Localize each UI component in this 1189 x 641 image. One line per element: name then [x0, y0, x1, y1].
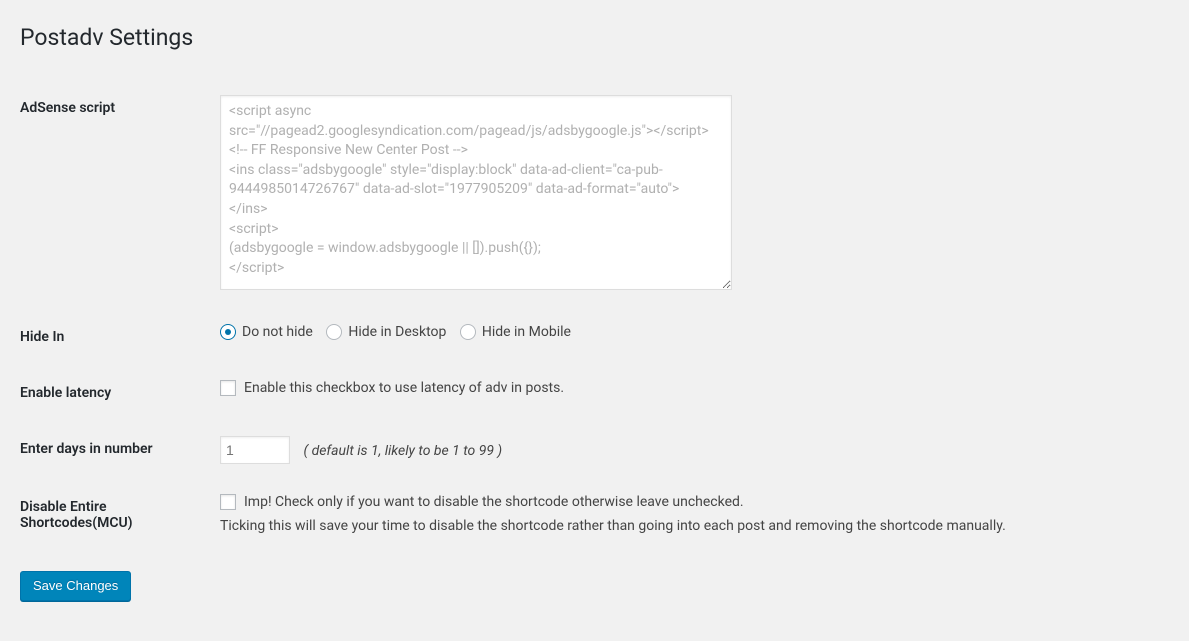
enable-latency-checkbox[interactable] — [220, 380, 236, 396]
days-hint: ( default is 1, likely to be 1 to 99 ) — [303, 443, 502, 459]
hide-in-option-desktop[interactable]: Hide in Desktop — [326, 324, 446, 340]
days-input[interactable] — [220, 436, 290, 464]
disable-shortcodes-checkbox[interactable] — [220, 494, 236, 510]
hide-in-option-label-1: Hide in Desktop — [348, 324, 446, 340]
save-changes-button[interactable]: Save Changes — [20, 571, 131, 601]
enable-latency-label: Enable latency — [20, 365, 220, 421]
hide-in-radio-mobile[interactable] — [460, 324, 476, 340]
enable-latency-checkbox-label[interactable]: Enable this checkbox to use latency of a… — [220, 380, 564, 396]
adsense-script-label: AdSense script — [20, 80, 220, 309]
adsense-script-textarea[interactable] — [220, 95, 732, 290]
hide-in-option-label-0: Do not hide — [242, 324, 313, 340]
page-title: Postadv Settings — [20, 15, 1169, 55]
hide-in-radio-do-not-hide[interactable] — [220, 324, 236, 340]
hide-in-option-do-not-hide[interactable]: Do not hide — [220, 324, 313, 340]
hide-in-radio-group: Do not hide Hide in Desktop Hide in Mobi… — [220, 324, 1159, 344]
settings-form-table: AdSense script Hide In Do not hide Hide … — [20, 80, 1169, 551]
disable-shortcodes-label: Disable Entire Shortcodes(MCU) — [20, 479, 220, 551]
hide-in-radio-desktop[interactable] — [326, 324, 342, 340]
disable-shortcodes-checkbox-label[interactable]: Imp! Check only if you want to disable t… — [220, 494, 744, 510]
days-label: Enter days in number — [20, 421, 220, 479]
hide-in-option-mobile[interactable]: Hide in Mobile — [460, 324, 571, 340]
disable-shortcodes-text: Imp! Check only if you want to disable t… — [244, 494, 744, 510]
hide-in-label: Hide In — [20, 309, 220, 365]
disable-shortcodes-description: Ticking this will save your time to disa… — [220, 518, 1159, 534]
enable-latency-text: Enable this checkbox to use latency of a… — [244, 380, 564, 396]
hide-in-option-label-2: Hide in Mobile — [482, 324, 571, 340]
